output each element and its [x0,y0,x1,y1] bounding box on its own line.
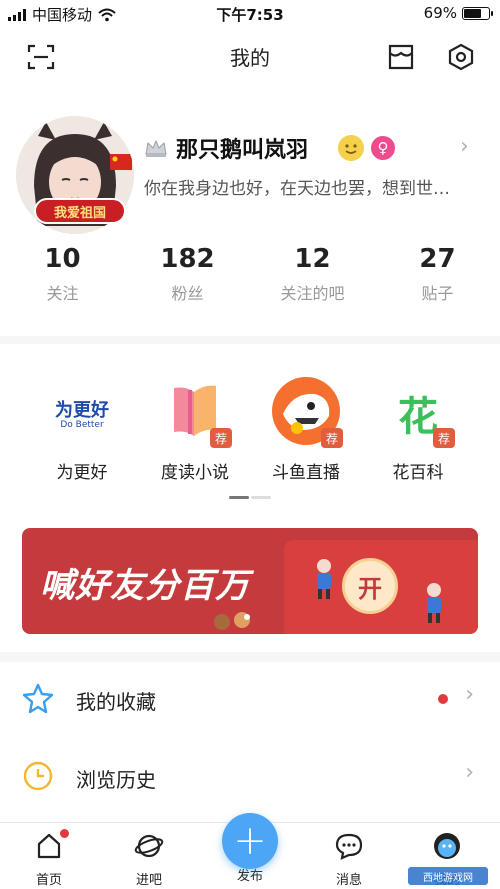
stat-posts[interactable]: 27 贴子 [375,244,500,314]
battery-percent: 69% [423,4,457,22]
profile-face-icon [434,833,460,859]
recommend-tag: 荐 [321,428,343,448]
stat-value: 182 [160,244,215,274]
plus-icon: + [222,813,278,869]
app-name: 为更好 [56,463,108,483]
list-item-favorites[interactable]: 我的收藏 › [0,662,500,732]
clock-icon [23,761,53,791]
emoji-badge-icon [338,135,364,161]
menu-list: 我的收藏 › 浏览历史 › [0,662,500,822]
planet-icon [134,834,164,858]
app-name: 花百科 [392,463,444,483]
battery-icon [462,6,493,20]
recommended-apps: 为更好 Do Better 为更好 荐 度读小说 荐 斗鱼直播 花 荐 花百科 [0,344,500,512]
page-indicator [229,496,271,499]
my-profile-page: 中国移动 下午7:53 69% 我的 我爱祖国 那只鹅叫岚羽 ♀ › 你在我身边… [0,0,500,889]
logo-text: 为更好 [55,400,109,421]
stats-row: 10 关注 182 粉丝 12 关注的吧 27 贴子 [0,244,500,314]
stat-value: 27 [419,244,456,274]
flower-logo-icon: 花 荐 [383,376,455,448]
app-item-flower-encyclopedia[interactable]: 花 荐 花百科 [363,376,473,483]
chevron-right-icon: › [465,682,474,707]
tab-publish[interactable]: + 发布 [215,813,285,884]
settings-icon[interactable] [444,40,478,74]
status-bar: 中国移动 下午7:53 69% [0,0,500,28]
profile-card[interactable]: 我爱祖国 那只鹅叫岚羽 ♀ › 你在我身边也好，在天边也罢，想到世… 10 关注… [0,86,500,336]
stat-label: 关注 [46,284,79,303]
tab-label: 进吧 [135,873,162,888]
tab-home[interactable]: 首页 [14,829,84,888]
notification-dot [60,829,69,838]
logo-subtext: Do Better [60,420,104,430]
username[interactable]: 那只鹅叫岚羽 [176,132,308,164]
stat-fans[interactable]: 182 粉丝 [125,244,250,314]
notification-dot [438,694,448,704]
cartoon-figure-icon [317,559,331,599]
stat-following[interactable]: 10 关注 [0,244,125,314]
top-header: 我的 [0,28,500,86]
app-name: 斗鱼直播 [272,463,340,483]
cartoon-figure-icon [427,583,441,623]
recommend-tag: 荐 [433,428,455,448]
stat-label: 贴子 [421,284,454,303]
chevron-right-icon[interactable]: › [460,134,469,159]
list-item-label: 浏览历史 [76,768,156,792]
star-icon [22,683,54,714]
app-item-weigenghao[interactable]: 为更好 Do Better 为更好 [27,376,137,483]
stat-label: 关注的吧 [280,284,345,303]
stat-followed-bars[interactable]: 12 关注的吧 [250,244,375,314]
weigenghao-logo-icon: 为更好 Do Better [47,376,117,446]
tab-messages[interactable]: 消息 [314,831,384,888]
douyu-fish-logo-icon: 荐 [271,376,343,448]
tab-label: 首页 [35,873,62,888]
store-icon[interactable] [384,40,418,74]
app-item-douyu-live[interactable]: 荐 斗鱼直播 [251,376,361,483]
page-title: 我的 [230,46,270,70]
banner-section: 喊好友分百万 开 [0,512,500,652]
message-icon [335,833,363,860]
cartoon-bear-icon [214,612,250,630]
tab-label: 消息 [335,873,362,888]
tab-explore[interactable]: 进吧 [114,831,184,888]
app-name: 度读小说 [161,463,229,483]
bottom-tab-bar: 首页 进吧 + 发布 消息 我的 [0,813,500,889]
recommend-tag: 荐 [210,428,232,448]
stat-label: 粉丝 [171,284,204,303]
promo-banner[interactable]: 喊好友分百万 开 [22,528,478,634]
book-logo-icon: 荐 [160,376,232,448]
avatar-badge: 我爱祖国 [34,198,126,224]
chevron-right-icon: › [465,760,474,785]
female-gender-icon: ♀ [371,136,395,160]
open-button[interactable]: 开 [342,558,398,614]
banner-text: 喊好友分百万 [40,566,250,606]
list-item-history[interactable]: 浏览历史 › [0,740,500,810]
stat-value: 12 [294,244,331,274]
app-item-dudu-novel[interactable]: 荐 度读小说 [140,376,250,483]
watermark: 西地游戏网 [408,867,488,885]
user-bio: 你在我身边也好，在天边也罢，想到世… [144,179,450,199]
banner-page-dot [244,614,250,620]
stat-value: 10 [44,244,81,274]
crown-icon [145,139,167,157]
list-item-label: 我的收藏 [76,690,156,714]
